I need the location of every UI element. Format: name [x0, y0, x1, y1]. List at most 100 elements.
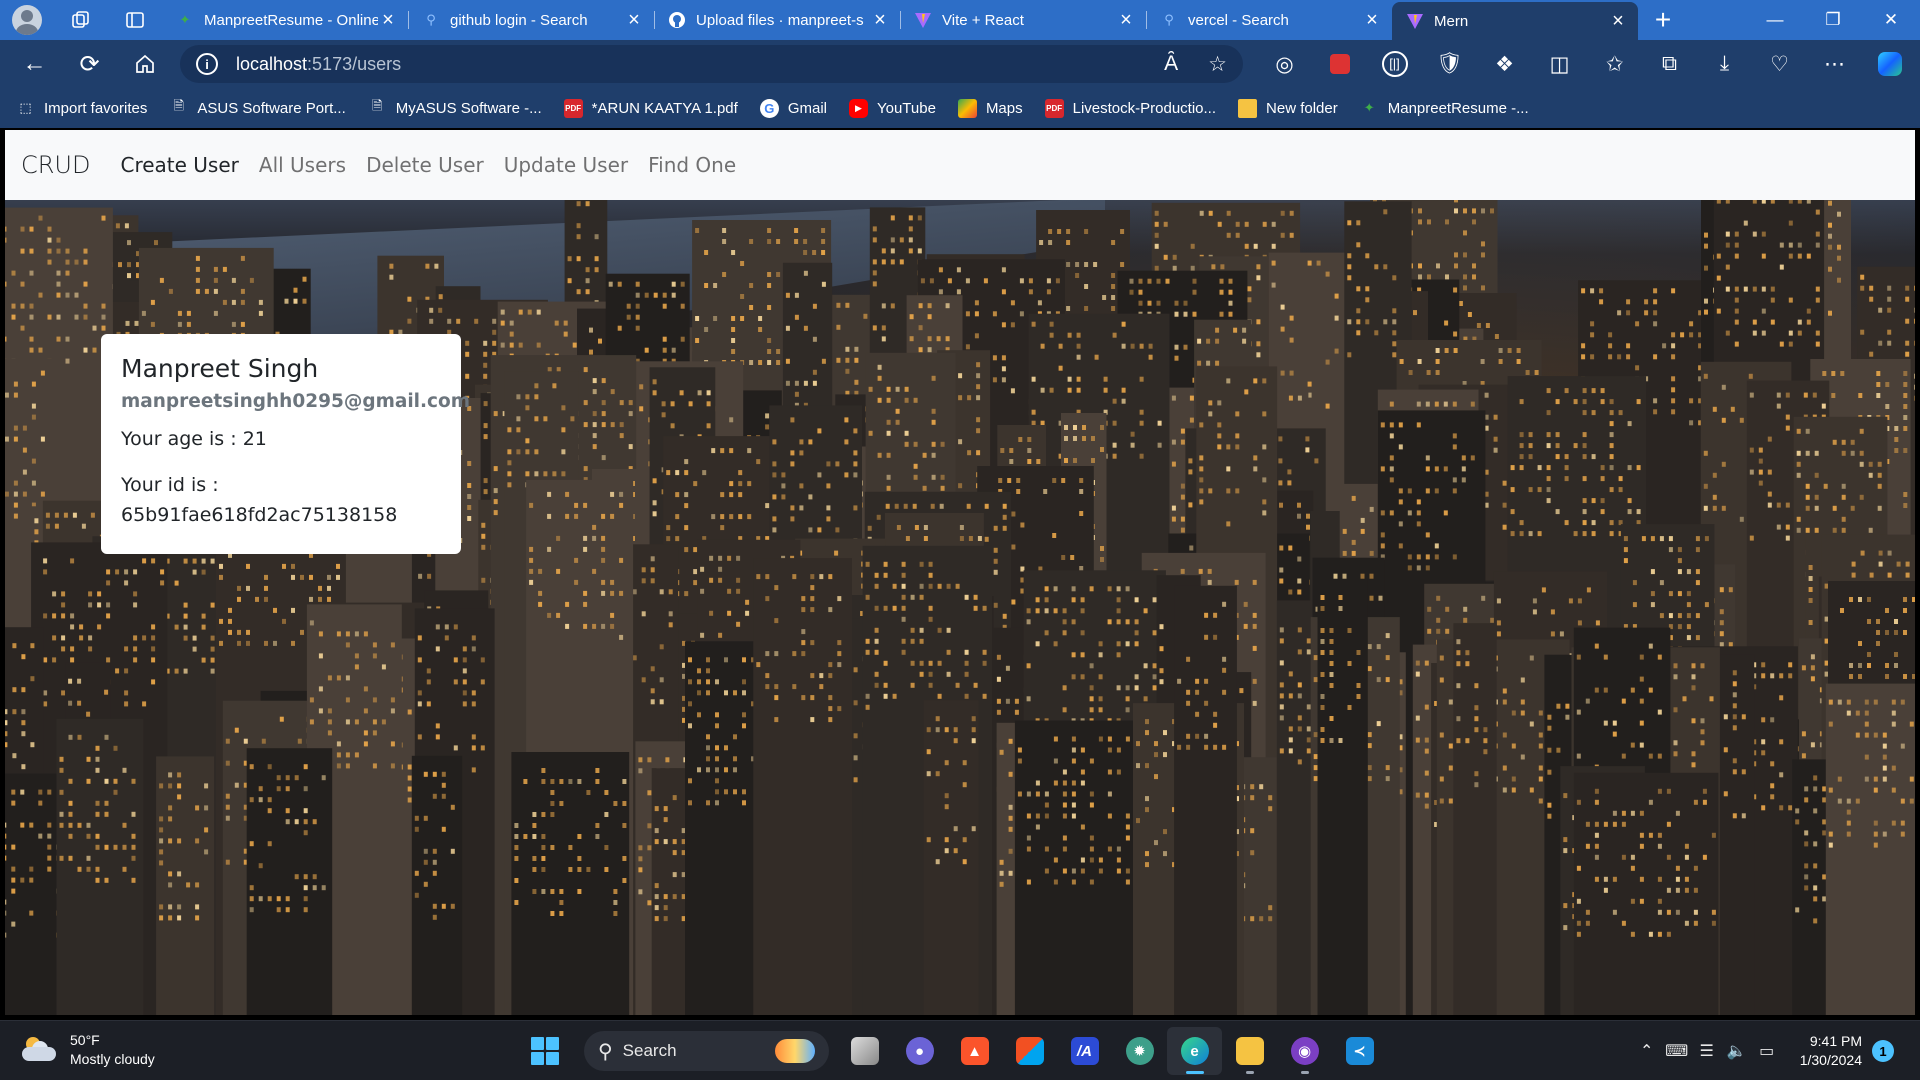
- site-info-icon[interactable]: i: [196, 53, 218, 75]
- tab-manpreetresume[interactable]: ✦ ManpreetResume - Online ×: [162, 0, 408, 40]
- favorite-myasus-software[interactable]: 🗎 MyASUS Software -...: [368, 98, 542, 118]
- show-hidden-icons-chevron-icon[interactable]: ⌃: [1632, 1041, 1662, 1061]
- nav-delete-user[interactable]: Delete User: [366, 153, 484, 177]
- read-aloud-icon[interactable]: Ȃ: [1164, 52, 1178, 77]
- edge-browser-button[interactable]: e: [1167, 1027, 1222, 1075]
- task-view-button[interactable]: [837, 1027, 892, 1075]
- maps-icon: [957, 98, 977, 118]
- tab-title: Vite + React: [942, 11, 1024, 29]
- wifi-icon[interactable]: ☰: [1692, 1041, 1722, 1061]
- extension-shield-icon[interactable]: 🛡: [1422, 40, 1477, 88]
- favorite-gmail[interactable]: G Gmail: [759, 98, 827, 118]
- favorite-label: ManpreetResume -...: [1387, 99, 1529, 117]
- extension-bracket-icon[interactable]: [|]: [1367, 40, 1422, 88]
- nav-update-user[interactable]: Update User: [504, 153, 628, 177]
- refresh-button[interactable]: ⟳: [62, 40, 117, 88]
- math-app-icon: /A: [1070, 1037, 1099, 1065]
- close-tab-icon[interactable]: ×: [1362, 10, 1382, 30]
- nav-find-one[interactable]: Find One: [648, 153, 736, 177]
- favorite-star-icon[interactable]: ☆: [1208, 52, 1227, 77]
- tab-title: Upload files · manpreet-s: [696, 11, 864, 29]
- extension-target-icon[interactable]: ◎: [1257, 40, 1312, 88]
- favorite-label: ASUS Software Port...: [197, 99, 346, 117]
- start-button[interactable]: [524, 1030, 566, 1072]
- manpreetresume-favicon-icon: ✦: [179, 12, 191, 27]
- tab-title: github login - Search: [450, 11, 588, 29]
- vscode-button[interactable]: ≺: [1332, 1027, 1387, 1075]
- extensions-puzzle-icon[interactable]: ❖: [1477, 40, 1532, 88]
- weather-temp: 50°F: [70, 1032, 100, 1048]
- keyboard-icon[interactable]: ⌨: [1662, 1041, 1692, 1061]
- notification-badge[interactable]: 1: [1872, 1040, 1894, 1062]
- favorite-arun-kaatya-pdf[interactable]: PDF *ARUN KAATYA 1.pdf: [563, 98, 738, 118]
- collections-icon[interactable]: ⧉: [1642, 40, 1697, 88]
- weather-widget[interactable]: 50°F Mostly cloudy: [22, 1031, 155, 1069]
- volume-icon[interactable]: 🔈: [1722, 1041, 1752, 1061]
- close-tab-icon[interactable]: ×: [1608, 11, 1628, 31]
- browser-essentials-icon[interactable]: ♡: [1752, 40, 1807, 88]
- favorite-livestock-production[interactable]: PDF Livestock-Productio...: [1044, 98, 1216, 118]
- chatgpt-icon: ✹: [1125, 1037, 1154, 1065]
- user-email: manpreetsinghh0295@gmail.com: [121, 391, 470, 412]
- workspaces-button[interactable]: [54, 0, 108, 40]
- more-menu-icon[interactable]: ⋯: [1807, 40, 1862, 88]
- new-tab-button[interactable]: +: [1638, 0, 1688, 40]
- folder-icon: [1235, 1037, 1264, 1065]
- tab-vercel-search[interactable]: ⚲ vercel - Search ×: [1146, 0, 1392, 40]
- tab-mern[interactable]: Mern ×: [1392, 2, 1638, 40]
- split-screen-icon[interactable]: ◫: [1532, 40, 1587, 88]
- favorite-youtube[interactable]: ▶ YouTube: [848, 98, 936, 118]
- close-tab-icon[interactable]: ×: [378, 10, 398, 30]
- minimize-icon: —: [1766, 10, 1784, 29]
- favorites-icon[interactable]: ✩: [1587, 40, 1642, 88]
- city-background-image: [5, 180, 1915, 1015]
- microsoft-store-button[interactable]: [1002, 1027, 1057, 1075]
- brave-icon: ▲: [960, 1037, 989, 1065]
- close-tab-icon[interactable]: ×: [624, 10, 644, 30]
- brave-browser-button[interactable]: ▲: [947, 1027, 1002, 1075]
- search-icon: ⚲: [598, 1040, 613, 1063]
- tab-title: vercel - Search: [1188, 11, 1289, 29]
- copilot-icon[interactable]: [1862, 40, 1917, 88]
- url-path: :5173/users: [307, 53, 402, 74]
- favorite-import-favorites[interactable]: ⬚ Import favorites: [16, 99, 147, 118]
- vertical-tabs-button[interactable]: [108, 0, 162, 40]
- user-age: Your age is : 21: [121, 428, 267, 450]
- clock-time: 9:41 PM: [1809, 1033, 1862, 1049]
- user-card: Manpreet Singh manpreetsinghh0295@gmail.…: [101, 334, 470, 554]
- chatgpt-button[interactable]: ✹: [1112, 1027, 1167, 1075]
- favorite-new-folder[interactable]: New folder: [1238, 98, 1338, 118]
- edge-icon: e: [1180, 1037, 1209, 1065]
- close-tab-icon[interactable]: ×: [1116, 10, 1136, 30]
- nav-create-user[interactable]: Create User: [120, 153, 238, 177]
- address-bar-actions: Ȃ ☆: [1164, 52, 1227, 77]
- address-bar[interactable]: i localhost:5173/users Ȃ ☆: [180, 45, 1243, 83]
- extension-red-icon[interactable]: [1312, 40, 1367, 88]
- teams-chat-button[interactable]: ●: [892, 1027, 947, 1075]
- mathway-button[interactable]: /A: [1057, 1027, 1112, 1075]
- downloads-icon[interactable]: ⤓: [1697, 40, 1752, 88]
- tab-github-login-search[interactable]: ⚲ github login - Search ×: [408, 0, 654, 40]
- favorites-bar: ⬚ Import favorites 🗎 ASUS Software Port...…: [0, 88, 1920, 128]
- back-button[interactable]: ←: [7, 40, 62, 88]
- nav-all-users[interactable]: All Users: [259, 153, 346, 177]
- close-window-button[interactable]: ✕: [1862, 0, 1920, 40]
- favorite-asus-software-port[interactable]: 🗎 ASUS Software Port...: [169, 98, 346, 118]
- favorite-maps[interactable]: Maps: [957, 98, 1023, 118]
- browser-tab-strip: ✦ ManpreetResume - Online × ⚲ github log…: [0, 0, 1920, 40]
- tab-vite-react[interactable]: Vite + React ×: [900, 0, 1146, 40]
- file-explorer-button[interactable]: [1222, 1027, 1277, 1075]
- github-desktop-button[interactable]: ◉: [1277, 1027, 1332, 1075]
- profile-button[interactable]: [0, 0, 54, 40]
- battery-icon[interactable]: ▭: [1752, 1041, 1782, 1061]
- home-button[interactable]: [117, 40, 172, 88]
- tab-upload-files[interactable]: Upload files · manpreet-s ×: [654, 0, 900, 40]
- navbar-brand[interactable]: CRUD: [21, 151, 90, 179]
- close-tab-icon[interactable]: ×: [870, 10, 890, 30]
- favorite-manpreetresume[interactable]: ✦ ManpreetResume -...: [1360, 99, 1529, 118]
- minimize-button[interactable]: —: [1746, 0, 1804, 40]
- teams-chat-icon: ●: [905, 1037, 934, 1065]
- restore-button[interactable]: ❐: [1804, 0, 1862, 40]
- taskbar-search[interactable]: ⚲ Search: [584, 1031, 829, 1071]
- system-clock[interactable]: 9:41 PM 1/30/2024: [1800, 1032, 1862, 1070]
